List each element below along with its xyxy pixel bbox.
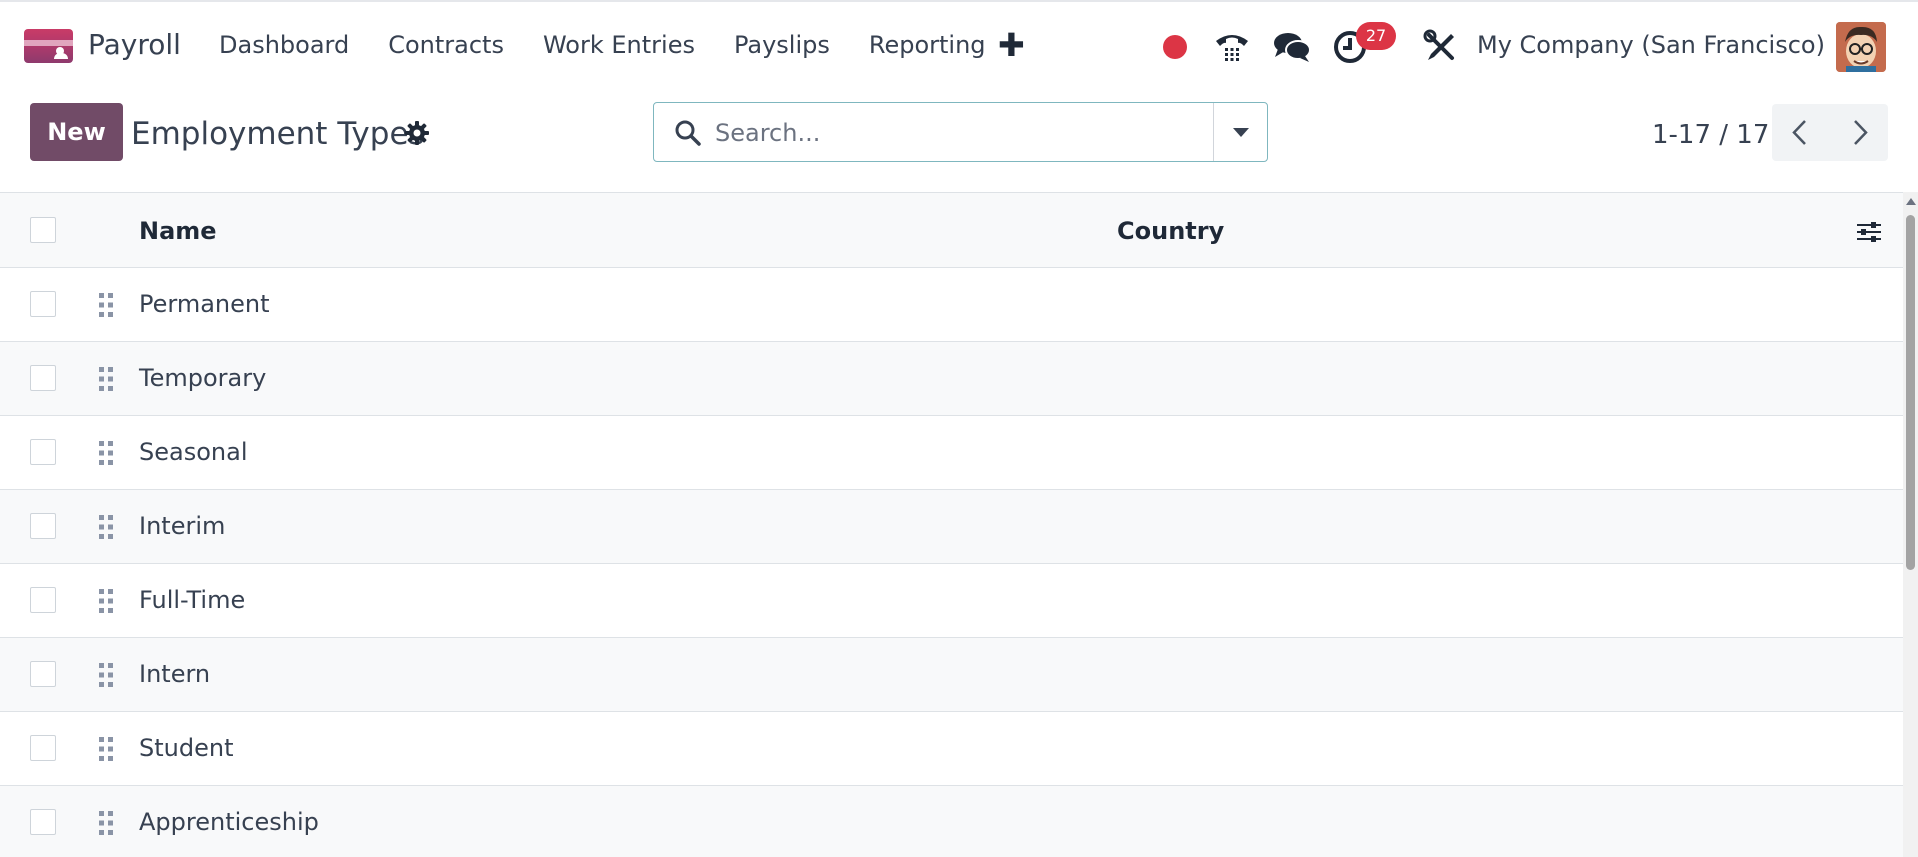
page-title[interactable]: Employment Types xyxy=(131,116,425,152)
table-row[interactable]: Interim xyxy=(0,490,1903,564)
top-navbar: Payroll Dashboard Contracts Work Entries… xyxy=(0,0,1918,88)
pager-next-button[interactable] xyxy=(1830,104,1888,161)
table-row[interactable]: Permanent xyxy=(0,268,1903,342)
row-checkbox[interactable] xyxy=(30,735,56,761)
drag-handle-icon[interactable] xyxy=(98,366,114,392)
row-checkbox[interactable] xyxy=(30,439,56,465)
cell-name[interactable]: Interim xyxy=(139,512,225,540)
table-row[interactable]: Intern xyxy=(0,638,1903,712)
menu-item-contracts[interactable]: Contracts xyxy=(388,31,504,59)
payroll-app-icon[interactable] xyxy=(24,29,73,63)
row-checkbox[interactable] xyxy=(30,661,56,687)
company-switcher[interactable]: My Company (San Francisco) xyxy=(1477,31,1825,59)
menu-item-payslips[interactable]: Payslips xyxy=(734,31,830,59)
tools-icon[interactable] xyxy=(1420,27,1460,67)
drag-handle-icon[interactable] xyxy=(98,440,114,466)
phone-icon[interactable] xyxy=(1212,27,1252,67)
row-checkbox[interactable] xyxy=(30,809,56,835)
cell-name[interactable]: Seasonal xyxy=(139,438,247,466)
menu-item-reporting[interactable]: Reporting xyxy=(869,31,986,59)
column-header-country[interactable]: Country xyxy=(1117,217,1224,245)
optional-columns-icon[interactable] xyxy=(1855,219,1883,245)
search-options-toggle[interactable] xyxy=(1214,103,1268,161)
list-view-table: Name Country Permanent Temporary Seasona… xyxy=(0,192,1903,857)
column-header-name[interactable]: Name xyxy=(139,217,217,245)
search-bar xyxy=(653,102,1268,162)
table-row[interactable]: Temporary xyxy=(0,342,1903,416)
pager-previous-button[interactable] xyxy=(1772,104,1830,161)
drag-handle-icon[interactable] xyxy=(98,588,114,614)
main-menu: Dashboard Contracts Work Entries Payslip… xyxy=(219,31,1025,59)
scrollbar-thumb[interactable] xyxy=(1906,215,1915,570)
table-header: Name Country xyxy=(0,192,1903,268)
cell-name[interactable]: Permanent xyxy=(139,290,270,318)
cell-name[interactable]: Student xyxy=(139,734,233,762)
chat-icon[interactable] xyxy=(1272,27,1312,67)
cell-name[interactable]: Apprenticeship xyxy=(139,808,319,836)
row-checkbox[interactable] xyxy=(30,291,56,317)
new-button[interactable]: New xyxy=(30,103,123,161)
table-row[interactable]: Full-Time xyxy=(0,564,1903,638)
search-input[interactable] xyxy=(715,115,1255,151)
chevron-left-icon xyxy=(1792,120,1806,145)
activity-count-badge: 27 xyxy=(1356,22,1396,50)
table-row[interactable]: Apprenticeship xyxy=(0,786,1903,857)
cell-name[interactable]: Intern xyxy=(139,660,210,688)
app-name[interactable]: Payroll xyxy=(88,28,181,61)
row-checkbox[interactable] xyxy=(30,513,56,539)
drag-handle-icon[interactable] xyxy=(98,514,114,540)
cell-name[interactable]: Full-Time xyxy=(139,586,245,614)
drag-handle-icon[interactable] xyxy=(98,292,114,318)
plus-icon[interactable]: ✚ xyxy=(998,29,1025,61)
record-dot-icon[interactable] xyxy=(1163,35,1187,59)
menu-item-work-entries[interactable]: Work Entries xyxy=(543,31,695,59)
chevron-right-icon xyxy=(1854,120,1868,145)
drag-handle-icon[interactable] xyxy=(98,810,114,836)
table-row[interactable]: Seasonal xyxy=(0,416,1903,490)
row-checkbox[interactable] xyxy=(30,365,56,391)
menu-item-dashboard[interactable]: Dashboard xyxy=(219,31,349,59)
drag-handle-icon[interactable] xyxy=(98,736,114,762)
row-checkbox[interactable] xyxy=(30,587,56,613)
user-avatar[interactable] xyxy=(1836,22,1886,72)
gear-icon[interactable] xyxy=(404,120,430,146)
cell-name[interactable]: Temporary xyxy=(139,364,266,392)
caret-down-icon xyxy=(1233,128,1249,137)
scroll-up-arrow-icon[interactable] xyxy=(1906,198,1916,205)
drag-handle-icon[interactable] xyxy=(98,662,114,688)
pager-value[interactable]: 1-17 / 17 xyxy=(1652,120,1769,150)
search-icon xyxy=(675,120,701,146)
table-row[interactable]: Student xyxy=(0,712,1903,786)
select-all-checkbox[interactable] xyxy=(30,217,56,243)
